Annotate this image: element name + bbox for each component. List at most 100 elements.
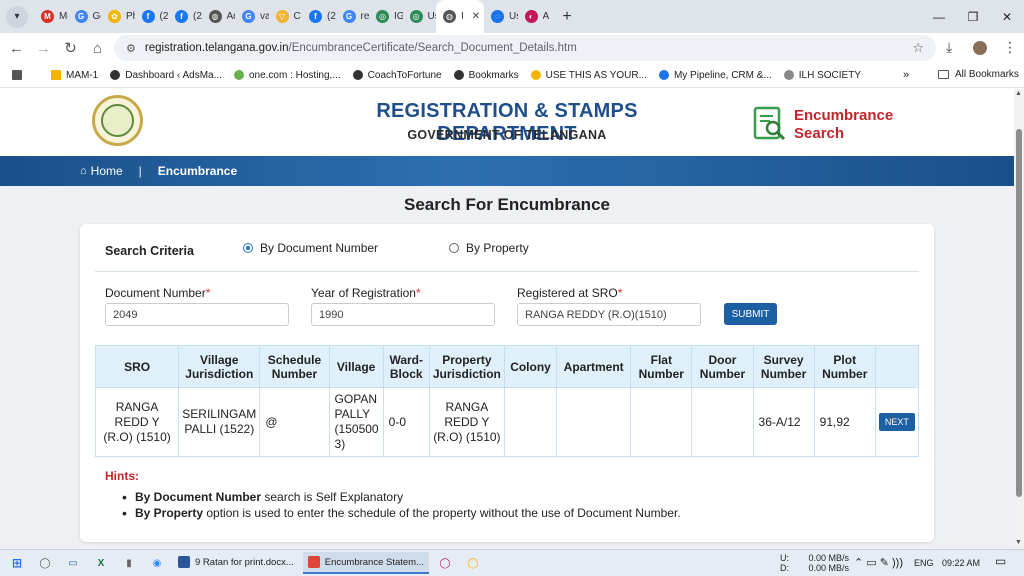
main-navbar: ⌂ Home | Encumbrance xyxy=(0,156,1014,186)
excel-icon[interactable]: X xyxy=(90,555,112,571)
bolt-icon: ▽ xyxy=(275,10,289,23)
address-bar[interactable]: ⚙ registration.telangana.gov.in/Encumbra… xyxy=(114,35,936,61)
column-header: Village Jurisdiction xyxy=(178,345,261,388)
government-title: GOVERNMENT OF TELANGANA xyxy=(407,128,607,142)
back-icon[interactable]: ← xyxy=(3,40,30,57)
bookmark-item[interactable]: MAM-1 xyxy=(51,70,98,81)
browser-tab[interactable]: ◐ A Gu xyxy=(518,0,552,33)
tab-title: (20+ xyxy=(193,11,202,22)
tray-icons[interactable]: ⌃ ▭ ✎ ))) xyxy=(854,558,903,569)
table-cell-plot-number: 91,92 xyxy=(813,387,876,457)
browser-tab[interactable]: ◍ Add xyxy=(202,0,235,33)
explorer-icon[interactable]: ▭ xyxy=(62,555,84,571)
close-tab-icon[interactable]: ✕ xyxy=(472,11,480,22)
browser-tab[interactable]: f (20+ xyxy=(168,0,202,33)
browser-tab[interactable]: ◎ IGRS xyxy=(369,0,403,33)
hint-item: By Document Number search is Self Explan… xyxy=(122,489,681,505)
tab-title: I xyxy=(461,11,464,22)
table-row: RANGA REDD Y (R.O) (1510) SERILINGAM PALL… xyxy=(94,387,920,457)
browser-tab[interactable]: G Goog xyxy=(68,0,101,33)
browser-tab[interactable]: M Merit xyxy=(34,0,68,33)
browser-tab[interactable]: f (20+ xyxy=(135,0,168,33)
tab-title: (20+ xyxy=(327,11,336,22)
browser-tab[interactable]: Gregis xyxy=(336,0,369,33)
bookmark-label: My Pipeline, CRM &... xyxy=(673,69,772,81)
next-button[interactable]: NEXT xyxy=(878,413,915,431)
app-icon[interactable]: ◯ xyxy=(462,555,484,571)
menu-kebab-icon[interactable]: ⋮ xyxy=(1003,39,1017,56)
facebook-icon: f xyxy=(175,10,188,23)
minimize-icon[interactable]: — xyxy=(922,0,956,33)
search-card: Search Criteria By Document Number By Pr… xyxy=(80,224,934,542)
submit-button[interactable]: SUBMIT xyxy=(724,303,777,325)
close-window-icon[interactable]: ✕ xyxy=(990,0,1024,33)
url-host: registration.telangana.gov.in xyxy=(144,42,289,54)
browser-tab-strip: ▾ MMeritGGoog✿Photf(20+f(20+◍AddGvarie▽C… xyxy=(0,0,1024,33)
browser-tab[interactable]: ◍ I ✕ xyxy=(436,0,484,33)
radio-by-document-number[interactable]: By Document Number xyxy=(243,241,378,255)
profile-avatar[interactable] xyxy=(973,41,987,55)
download-icon[interactable]: ⤓ xyxy=(946,39,952,56)
cortana-search-icon[interactable]: ◯ xyxy=(34,555,56,571)
google-icon: G xyxy=(242,10,255,23)
browser-tab[interactable]: ◎ User xyxy=(403,0,437,33)
site-info-icon[interactable]: ⚙ xyxy=(126,42,136,55)
bookmark-item[interactable]: Bookmarks xyxy=(453,70,519,81)
home-icon[interactable]: ⌂ xyxy=(84,40,111,57)
new-tab-button[interactable]: + xyxy=(557,8,577,26)
bookmark-item[interactable]: Dashboard ‹ AdsMa... xyxy=(110,70,222,81)
radio-button[interactable] xyxy=(243,243,253,253)
table-cell-action: NEXT xyxy=(874,387,920,457)
column-header: Survey Number xyxy=(752,345,815,388)
bookmark-item[interactable]: CoachToFortune xyxy=(352,70,442,81)
app-icon[interactable]: ▮ xyxy=(118,555,140,571)
table-header-row: SRO Village Jurisdiction Schedule Number Vi… xyxy=(94,345,920,388)
page-viewport: REGISTRATION & STAMPS DEPARTMENT GOVERNM… xyxy=(0,89,1014,549)
scroll-up-icon[interactable]: ▲ xyxy=(1015,90,1022,97)
browser-tab[interactable]: ◌ User xyxy=(484,0,518,33)
browser-tab[interactable]: ▽ C xyxy=(269,0,303,33)
nav-encumbrance-link[interactable]: Encumbrance xyxy=(158,164,237,178)
registered-at-sro-select[interactable] xyxy=(517,303,701,326)
site-header: REGISTRATION & STAMPS DEPARTMENT GOVERNM… xyxy=(0,89,1014,156)
browser-tab[interactable]: Gvarie xyxy=(235,0,269,33)
year-of-registration-input[interactable] xyxy=(311,303,495,326)
browser-tab[interactable]: f (20+ xyxy=(302,0,336,33)
bookmark-star-icon[interactable]: ☆ xyxy=(912,40,924,56)
radio-button[interactable] xyxy=(449,243,459,253)
clock[interactable]: 09:22 AM xyxy=(942,558,980,568)
scrollbar-thumb[interactable] xyxy=(1016,129,1022,497)
all-bookmarks-button[interactable]: All Bookmarks xyxy=(938,69,1019,80)
scroll-down-icon[interactable]: ▼ xyxy=(1015,539,1022,546)
reload-icon[interactable]: ↻ xyxy=(57,39,84,57)
tab-search-icon[interactable]: ▾ xyxy=(6,5,28,28)
radio-by-property[interactable]: By Property xyxy=(449,241,529,255)
bookmark-item[interactable]: one.com : Hosting,... xyxy=(233,70,341,81)
bookmark-item[interactable] xyxy=(12,70,27,80)
document-number-input[interactable] xyxy=(105,303,289,326)
loading-icon: ◌ xyxy=(491,10,504,23)
notification-icon[interactable]: ▭ xyxy=(995,555,1006,567)
results-table: SRO Village Jurisdiction Schedule Number Vi… xyxy=(94,345,920,457)
globe-icon: ◍ xyxy=(443,10,456,23)
restore-icon[interactable]: ❐ xyxy=(956,0,990,33)
taskbar-app[interactable]: 9 Ratan for print.docx... xyxy=(173,552,299,574)
nav-home-link[interactable]: ⌂ Home xyxy=(80,164,123,178)
windows-start-icon[interactable]: ⊞ xyxy=(6,555,28,571)
bookmark-item[interactable]: USE THIS AS YOUR... xyxy=(530,70,647,81)
globe-icon: ◎ xyxy=(409,10,423,23)
tab-title: A Gu xyxy=(542,11,552,22)
bookmark-item[interactable]: My Pipeline, CRM &... xyxy=(658,69,772,81)
browser-tab[interactable]: ✿ Phot xyxy=(101,0,135,33)
more-bookmarks-icon[interactable]: » xyxy=(903,69,909,81)
column-header: Flat Number xyxy=(630,345,693,388)
tab-title: User xyxy=(427,11,437,22)
app-icon[interactable]: ◯ xyxy=(434,555,456,571)
zoom-icon[interactable]: ◉ xyxy=(146,555,168,571)
bookmark-item[interactable]: ILH SOCIETY xyxy=(783,70,861,81)
language-indicator[interactable]: ENG xyxy=(914,558,934,568)
forward-icon[interactable]: → xyxy=(30,40,57,57)
taskbar-app[interactable]: Encumbrance Statem... xyxy=(302,552,430,574)
page-scrollbar[interactable]: ▲ ▼ xyxy=(1014,89,1024,549)
bookmark-icon xyxy=(530,70,541,80)
